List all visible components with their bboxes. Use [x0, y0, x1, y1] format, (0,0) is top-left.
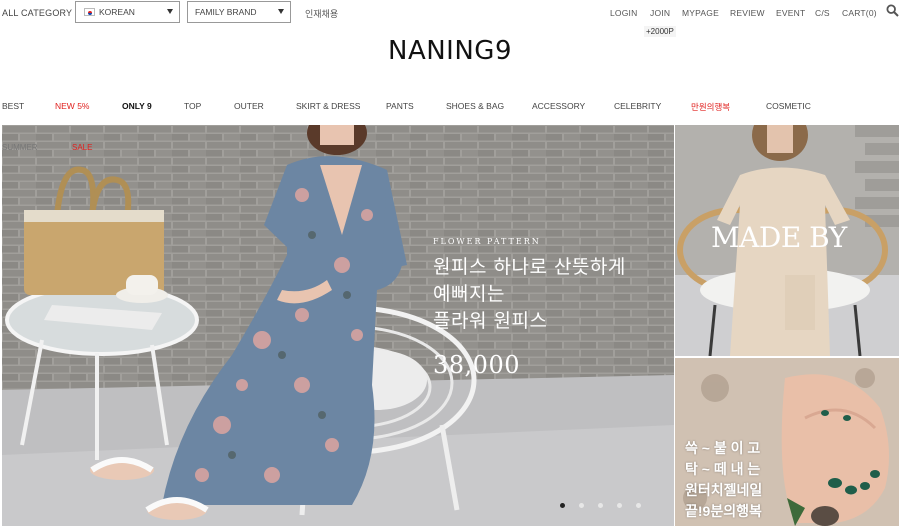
promo-eyebrow: FLOWER PATTERN [433, 237, 541, 246]
join-link[interactable]: JOIN [650, 8, 670, 18]
tab-sale[interactable]: SALE [72, 143, 92, 152]
side-banner-2-line-4: 끝!9분의행복 [685, 503, 762, 519]
language-select-value: KOREAN [99, 7, 135, 17]
side-banner-2-line-3: 원터치젤네일 [685, 482, 763, 498]
family-brand-select[interactable]: FAMILY BRAND [187, 1, 291, 23]
nav-item-only9[interactable]: ONLY 9 [122, 101, 152, 111]
slider-dot-4[interactable] [617, 503, 622, 508]
all-category-link[interactable]: ALL CATEGORY [2, 8, 72, 18]
main-nav: BEST NEW 5% ONLY 9 TOP OUTER SKIRT & DRE… [0, 101, 900, 115]
site-logo[interactable]: NANING9 [0, 36, 900, 66]
slider-dot-5[interactable] [636, 503, 641, 508]
nav-item-top[interactable]: TOP [184, 101, 201, 111]
side-banner-1-title: MADE BY [711, 221, 847, 254]
cs-link[interactable]: C/S [815, 8, 830, 18]
chevron-down-icon [278, 9, 284, 14]
side-banner-2-text: 쓱 ~ 붙 이 고 탁 ~ 떼 내 는 원터치젤네일 끝!9분의행복 [685, 438, 762, 522]
nav-item-pants[interactable]: PANTS [386, 101, 414, 111]
promo-line-1: 원피스 하나로 산뜻하게 [433, 256, 626, 278]
hero-promo: FLOWER PATTERN 원피스 하나로 산뜻하게 예뻐지는 플라워 원피스… [433, 237, 626, 379]
mypage-link[interactable]: MYPAGE [682, 8, 719, 18]
side-banner-nail[interactable]: 쓱 ~ 붙 이 고 탁 ~ 떼 내 는 원터치젤네일 끝!9분의행복 [675, 358, 899, 526]
top-bar: ALL CATEGORY KOREAN FAMILY BRAND 인재채용 LO… [0, 0, 900, 37]
recruit-link[interactable]: 인재채용 [305, 7, 338, 20]
nav-item-outer[interactable]: OUTER [234, 101, 264, 111]
slider-dot-1[interactable] [560, 503, 565, 508]
search-icon[interactable] [886, 4, 899, 17]
promo-line-2: 예뻐지는 [433, 283, 505, 305]
chevron-down-icon [167, 9, 173, 14]
event-link[interactable]: EVENT [776, 8, 805, 18]
nav-item-happiness[interactable]: 만원의행복 [691, 101, 730, 113]
nav-item-accessory[interactable]: ACCESSORY [532, 101, 585, 111]
slider-dot-2[interactable] [579, 503, 584, 508]
nav-item-best[interactable]: BEST [2, 101, 24, 111]
promo-line-3: 플라워 원피스 [433, 310, 548, 332]
login-link[interactable]: LOGIN [610, 8, 637, 18]
nav-item-shoes-bag[interactable]: SHOES & BAG [446, 101, 504, 111]
nav-item-cosmetic[interactable]: COSMETIC [766, 101, 811, 111]
tab-summer[interactable]: SUMMER [2, 143, 38, 152]
side-banner-2-line-1: 쓱 ~ 붙 이 고 [685, 440, 761, 456]
slider-pagination [560, 503, 641, 508]
side-banner-2-line-2: 탁 ~ 떼 내 는 [685, 461, 761, 477]
nav-item-skirt-dress[interactable]: SKIRT & DRESS [296, 101, 360, 111]
family-brand-select-value: FAMILY BRAND [195, 7, 257, 17]
slider-dot-3[interactable] [598, 503, 603, 508]
promo-price: 38,000 [433, 351, 520, 379]
language-select[interactable]: KOREAN [75, 1, 180, 23]
nav-item-new[interactable]: NEW 5% [55, 101, 89, 111]
review-link[interactable]: REVIEW [730, 8, 765, 18]
side-banner-made-by[interactable]: MADE BY [675, 125, 899, 356]
nav-item-celebrity[interactable]: CELEBRITY [614, 101, 661, 111]
korea-flag-icon [84, 8, 95, 16]
cart-link[interactable]: CART(0) [842, 8, 877, 18]
